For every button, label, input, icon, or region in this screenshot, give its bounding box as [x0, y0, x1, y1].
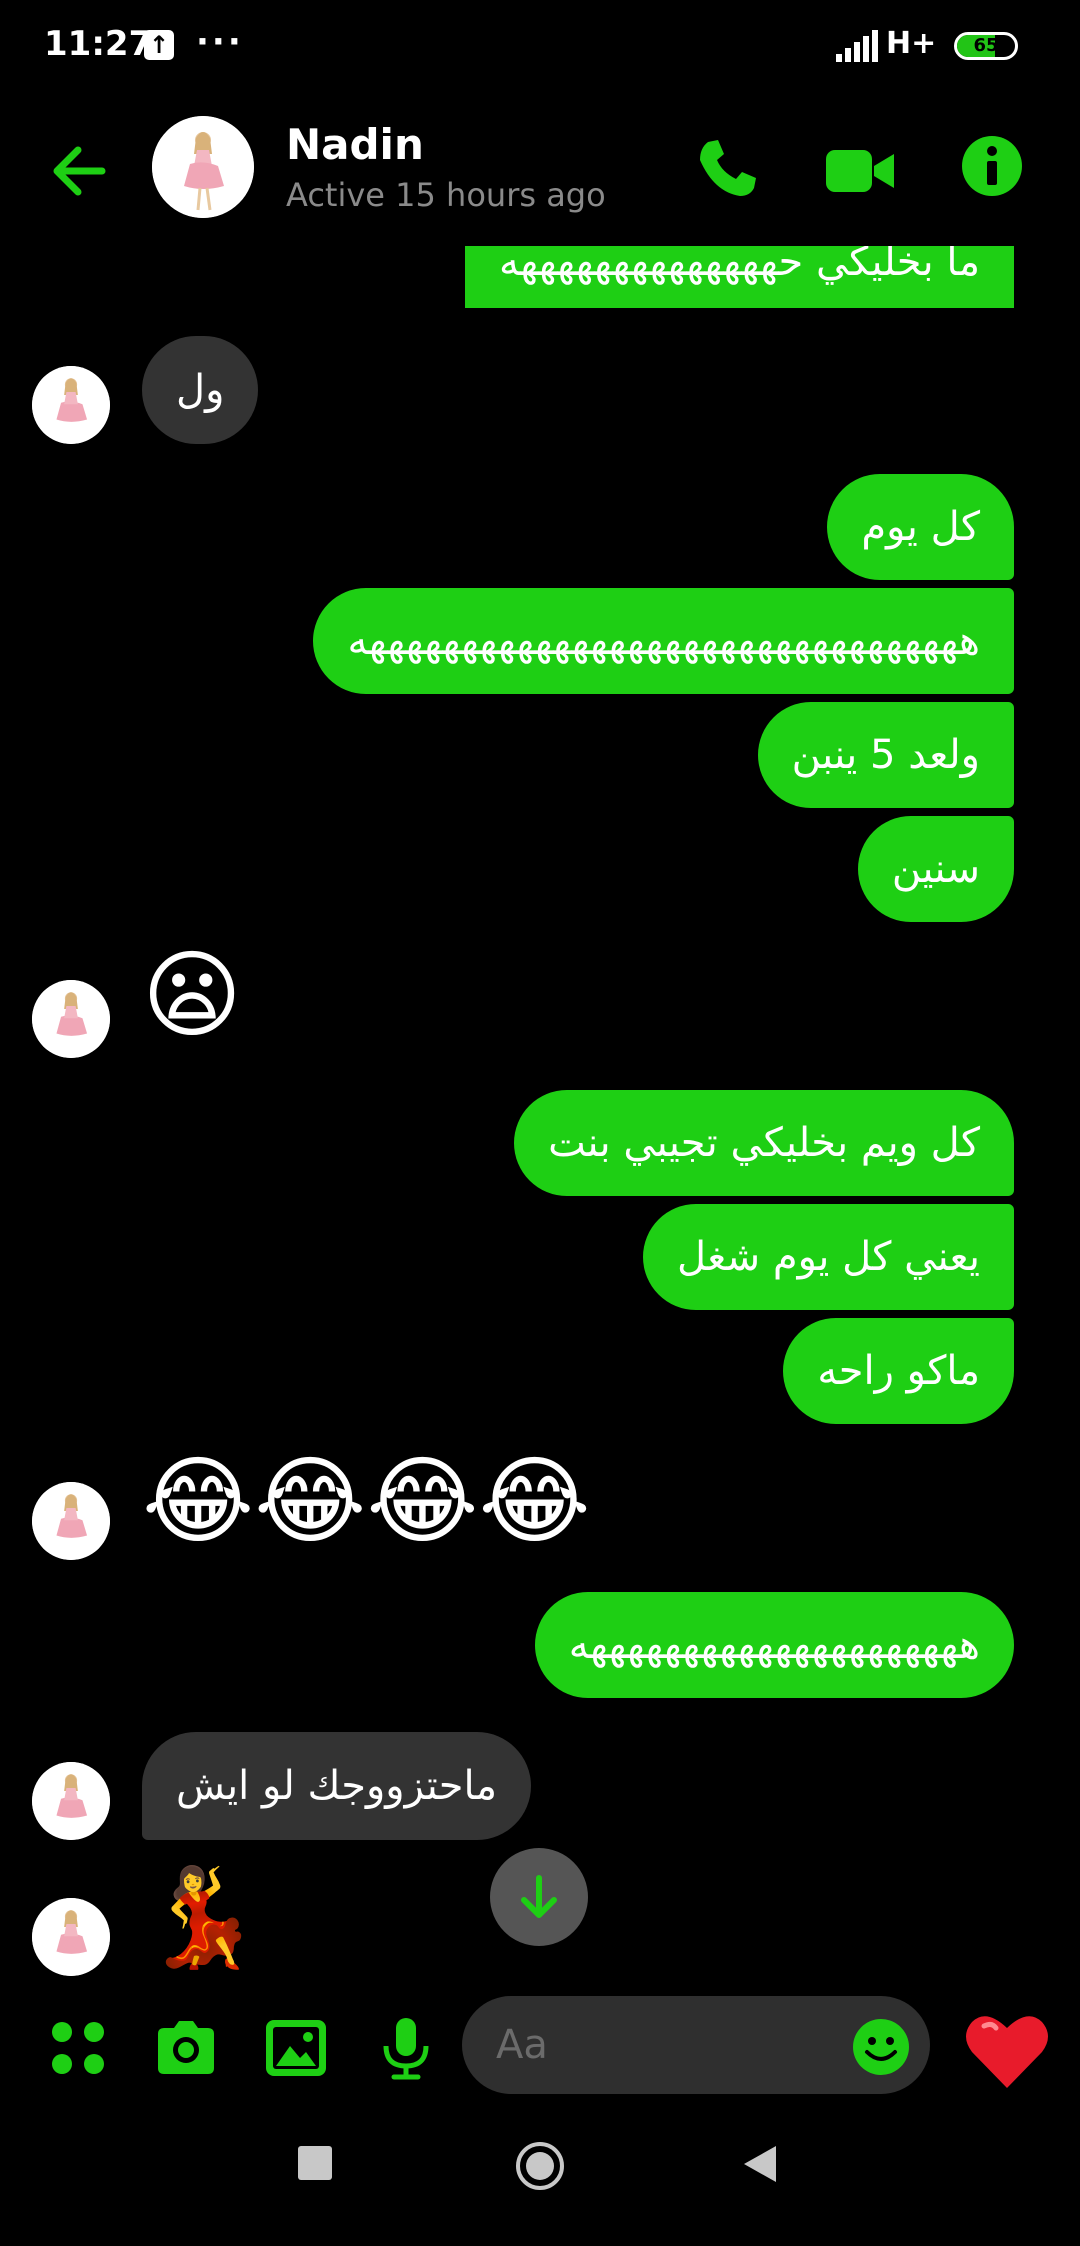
- contact-status: Active 15 hours ago: [286, 176, 606, 214]
- contact-avatar-small: [32, 366, 110, 444]
- message-bubble-outgoing[interactable]: هههههههههههههههههههههه: [534, 1592, 1014, 1698]
- camera-icon[interactable]: [154, 2016, 218, 2080]
- message-bubble-outgoing[interactable]: يعني كل يوم شغل: [643, 1204, 1014, 1310]
- image-icon[interactable]: [264, 2016, 328, 2080]
- message-bubble-outgoing[interactable]: ماكو راحه: [783, 1318, 1014, 1424]
- contact-avatar-small: [32, 980, 110, 1058]
- emoji-icon[interactable]: [852, 2018, 910, 2076]
- message-bubble-outgoing[interactable]: كل يوم: [827, 474, 1014, 580]
- avatar-illustration: [32, 980, 110, 1058]
- composer-bar: [0, 1976, 1080, 2116]
- contact-avatar-small: [32, 1482, 110, 1560]
- recents-button[interactable]: [298, 2146, 332, 2180]
- upload-arrow-icon: ↑: [144, 30, 174, 60]
- phone-icon[interactable]: [692, 134, 762, 204]
- info-icon[interactable]: [960, 134, 1024, 198]
- message-list[interactable]: ما بخليكي حههههههههههههههه ول كل يوم ههه…: [0, 246, 1080, 1976]
- message-bubble-outgoing[interactable]: ولعد 5 ينبن: [757, 702, 1014, 808]
- status-more: ···: [196, 22, 244, 62]
- message-bubble-outgoing[interactable]: هههههههههههههههههههههههههههههههههه: [313, 588, 1014, 694]
- home-button[interactable]: [514, 2140, 566, 2192]
- avatar-illustration: [32, 1898, 110, 1976]
- message-bubble-outgoing[interactable]: سنين: [857, 816, 1014, 922]
- apps-icon[interactable]: [46, 2016, 110, 2080]
- emoji-message[interactable]: 😂😂😂😂: [142, 1446, 591, 1556]
- back-nav-button[interactable]: [742, 2144, 778, 2184]
- status-bar: 11:27 ↑ ··· H+ 65: [0, 0, 1080, 96]
- network-type: H+: [886, 26, 937, 61]
- avatar-illustration: [32, 1482, 110, 1560]
- avatar-illustration: [152, 116, 254, 218]
- message-bubble-outgoing[interactable]: كل ويم بخليكي تجيبي بنت: [514, 1090, 1014, 1196]
- battery-level: 65: [973, 35, 999, 56]
- avatar-illustration: [32, 366, 110, 444]
- message-bubble-incoming[interactable]: ماحتزووجك لو ايش: [142, 1732, 532, 1840]
- avatar-illustration: [32, 1762, 110, 1840]
- battery-icon: 65: [954, 32, 1018, 60]
- contact-avatar-small: [32, 1898, 110, 1976]
- contact-avatar[interactable]: [152, 116, 254, 218]
- message-bubble-outgoing[interactable]: ما بخليكي حههههههههههههههه: [464, 246, 1014, 308]
- emoji-message[interactable]: 💃: [142, 1862, 262, 1972]
- scroll-to-bottom-button[interactable]: [490, 1848, 588, 1946]
- heart-icon[interactable]: [962, 2006, 1052, 2096]
- back-arrow-icon[interactable]: [44, 136, 114, 206]
- system-nav-bar: [0, 2116, 1080, 2246]
- emoji-message[interactable]: 😦: [142, 940, 242, 1050]
- contact-avatar-small: [32, 1762, 110, 1840]
- conversation-header: Nadin Active 15 hours ago: [0, 96, 1080, 246]
- arrow-down-icon: [521, 1875, 557, 1918]
- message-bubble-incoming[interactable]: ول: [142, 336, 259, 444]
- microphone-icon[interactable]: [374, 2016, 438, 2080]
- signal-icon: [836, 30, 878, 62]
- status-time: 11:27: [44, 24, 153, 64]
- contact-name[interactable]: Nadin: [286, 120, 424, 169]
- video-camera-icon[interactable]: [826, 136, 896, 206]
